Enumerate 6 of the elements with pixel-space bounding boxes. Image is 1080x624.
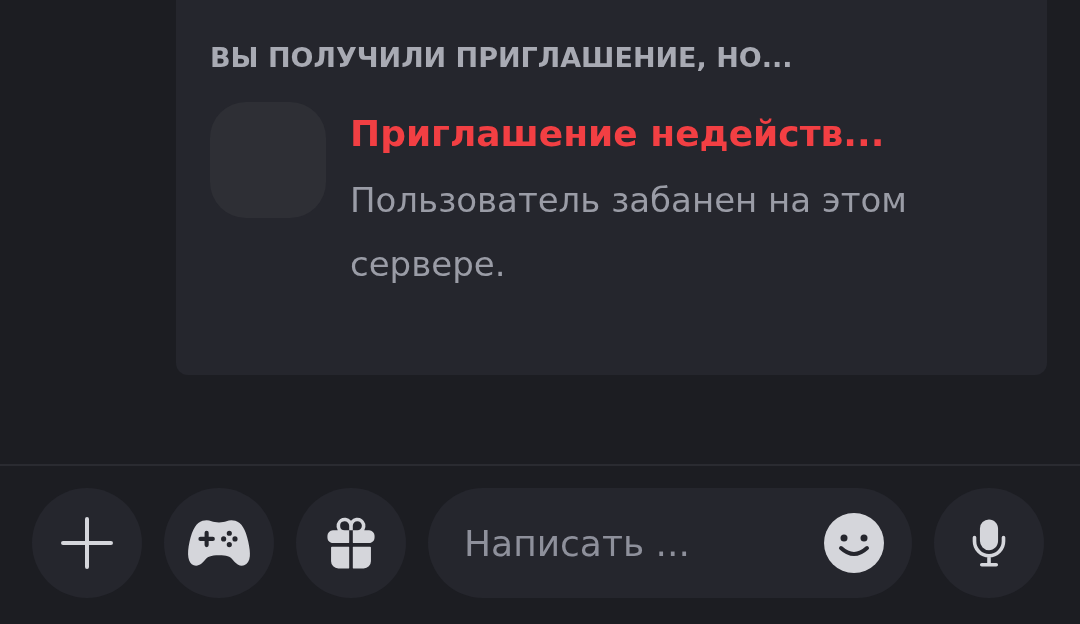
invite-heading: ВЫ ПОЛУЧИЛИ ПРИГЛАШЕНИЕ, НО... [210, 41, 794, 75]
invite-message: Пользователь забанен на этом сервере. [350, 179, 908, 286]
plus-icon [59, 515, 115, 571]
message-field[interactable]: Написать ... [428, 488, 912, 598]
invite-title: Приглашение недейств... [350, 112, 886, 156]
smile-icon[interactable] [824, 513, 884, 573]
